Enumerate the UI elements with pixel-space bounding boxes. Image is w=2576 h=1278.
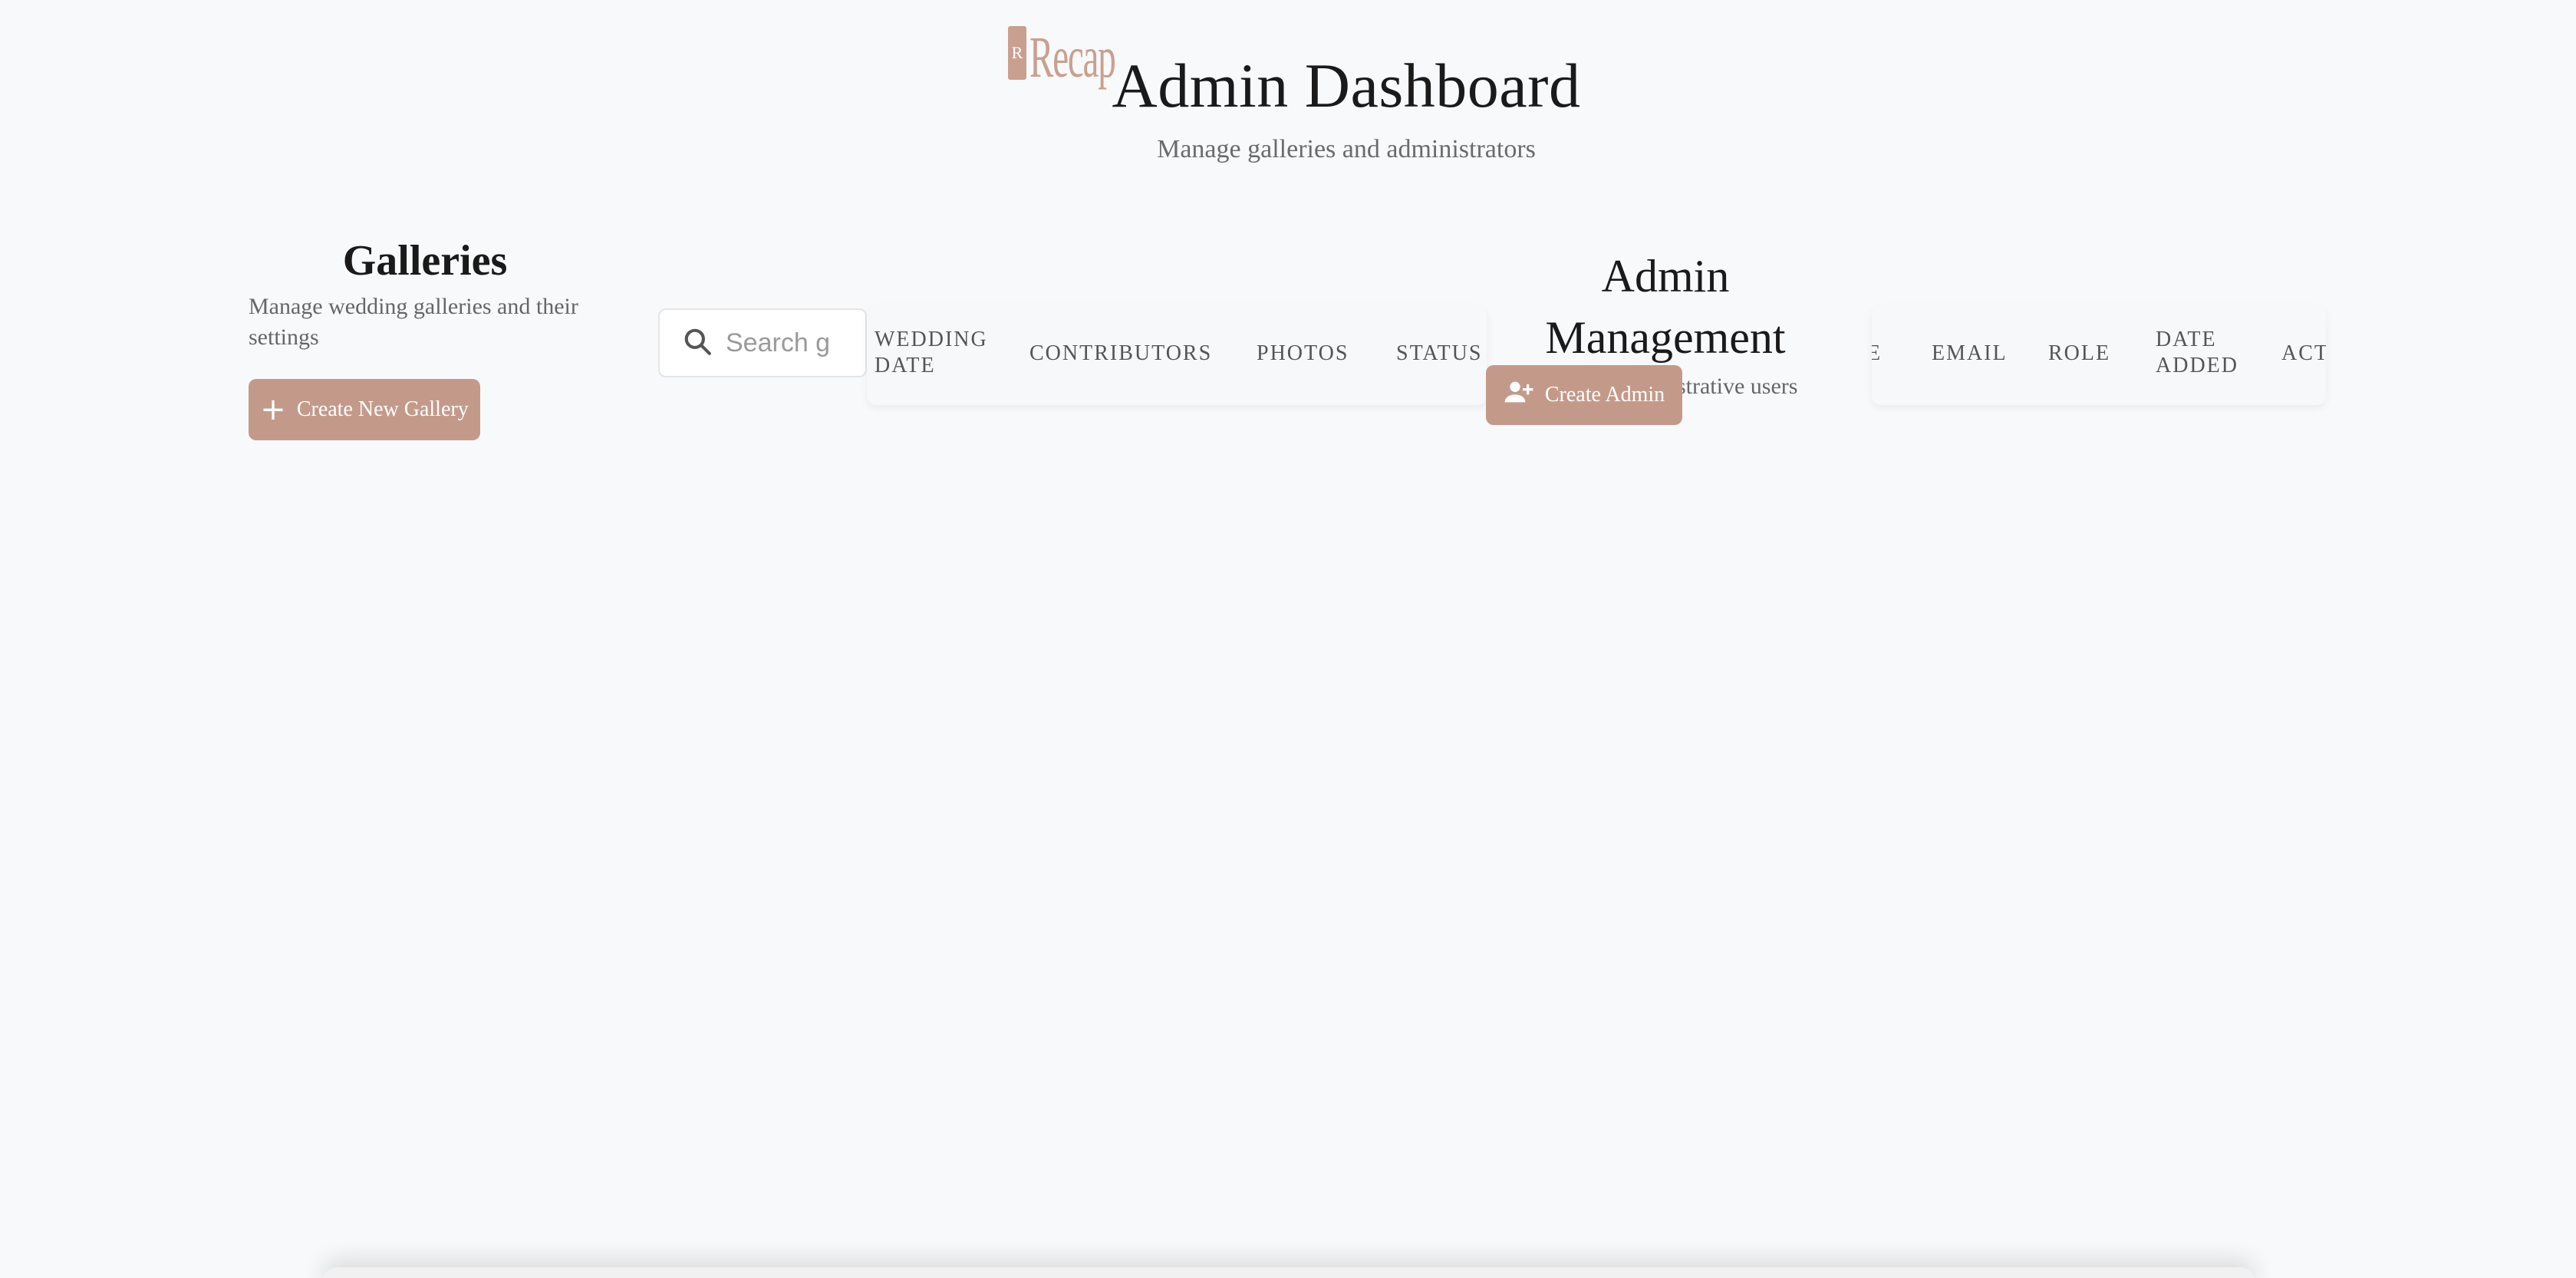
logo-mark: R [1008, 26, 1026, 80]
column-header-role[interactable]: ROLE [2048, 341, 2110, 367]
column-header-contributors[interactable]: CONTRIBUTORS [1029, 341, 1212, 367]
create-admin-label: Create Admin [1544, 383, 1665, 407]
create-admin-button[interactable]: Create Admin [1486, 365, 1682, 425]
search-input[interactable] [726, 328, 833, 358]
admin-management-title: Admin Management [1545, 251, 1786, 363]
create-gallery-label: Create New Gallery [296, 397, 469, 421]
recap-logo: R Recap [1003, 23, 1116, 100]
plus-icon: + [260, 392, 286, 427]
admins-table: E EMAIL ROLE DATE ADDED ACT [1872, 305, 2326, 405]
galleries-title: Galleries [342, 237, 508, 285]
galleries-header: Galleries Manage wedding galleries and t… [249, 230, 601, 353]
galleries-description: Manage wedding galleries and their setti… [249, 294, 578, 350]
header-title-block: Admin Dashboard Manage galleries and adm… [1105, 48, 1588, 164]
column-header-photos[interactable]: PHOTOS [1257, 341, 1349, 367]
column-header-name[interactable]: E [1872, 341, 1882, 367]
column-header-status[interactable]: STATUS [1396, 341, 1482, 367]
gallery-search[interactable] [658, 308, 867, 377]
column-header-actions[interactable]: ACT [2281, 341, 2326, 367]
column-header-date-added[interactable]: DATE ADDED [2156, 327, 2248, 379]
page-subtitle: Manage galleries and administrators [1157, 135, 1536, 163]
logo-word: Recap [1029, 25, 1116, 90]
page-title: Admin Dashboard [1112, 51, 1581, 120]
create-new-gallery-button[interactable]: + Create New Gallery [249, 379, 480, 440]
add-user-icon [1504, 377, 1534, 413]
search-icon [683, 327, 712, 360]
column-header-email[interactable]: EMAIL [1932, 341, 2008, 367]
bottom-panel-edge [322, 1267, 2255, 1278]
column-header-wedding-date[interactable]: WEDDING DATE [875, 327, 997, 379]
galleries-table: WEDDING DATE CONTRIBUTORS PHOTOS STATUS [867, 305, 1487, 405]
